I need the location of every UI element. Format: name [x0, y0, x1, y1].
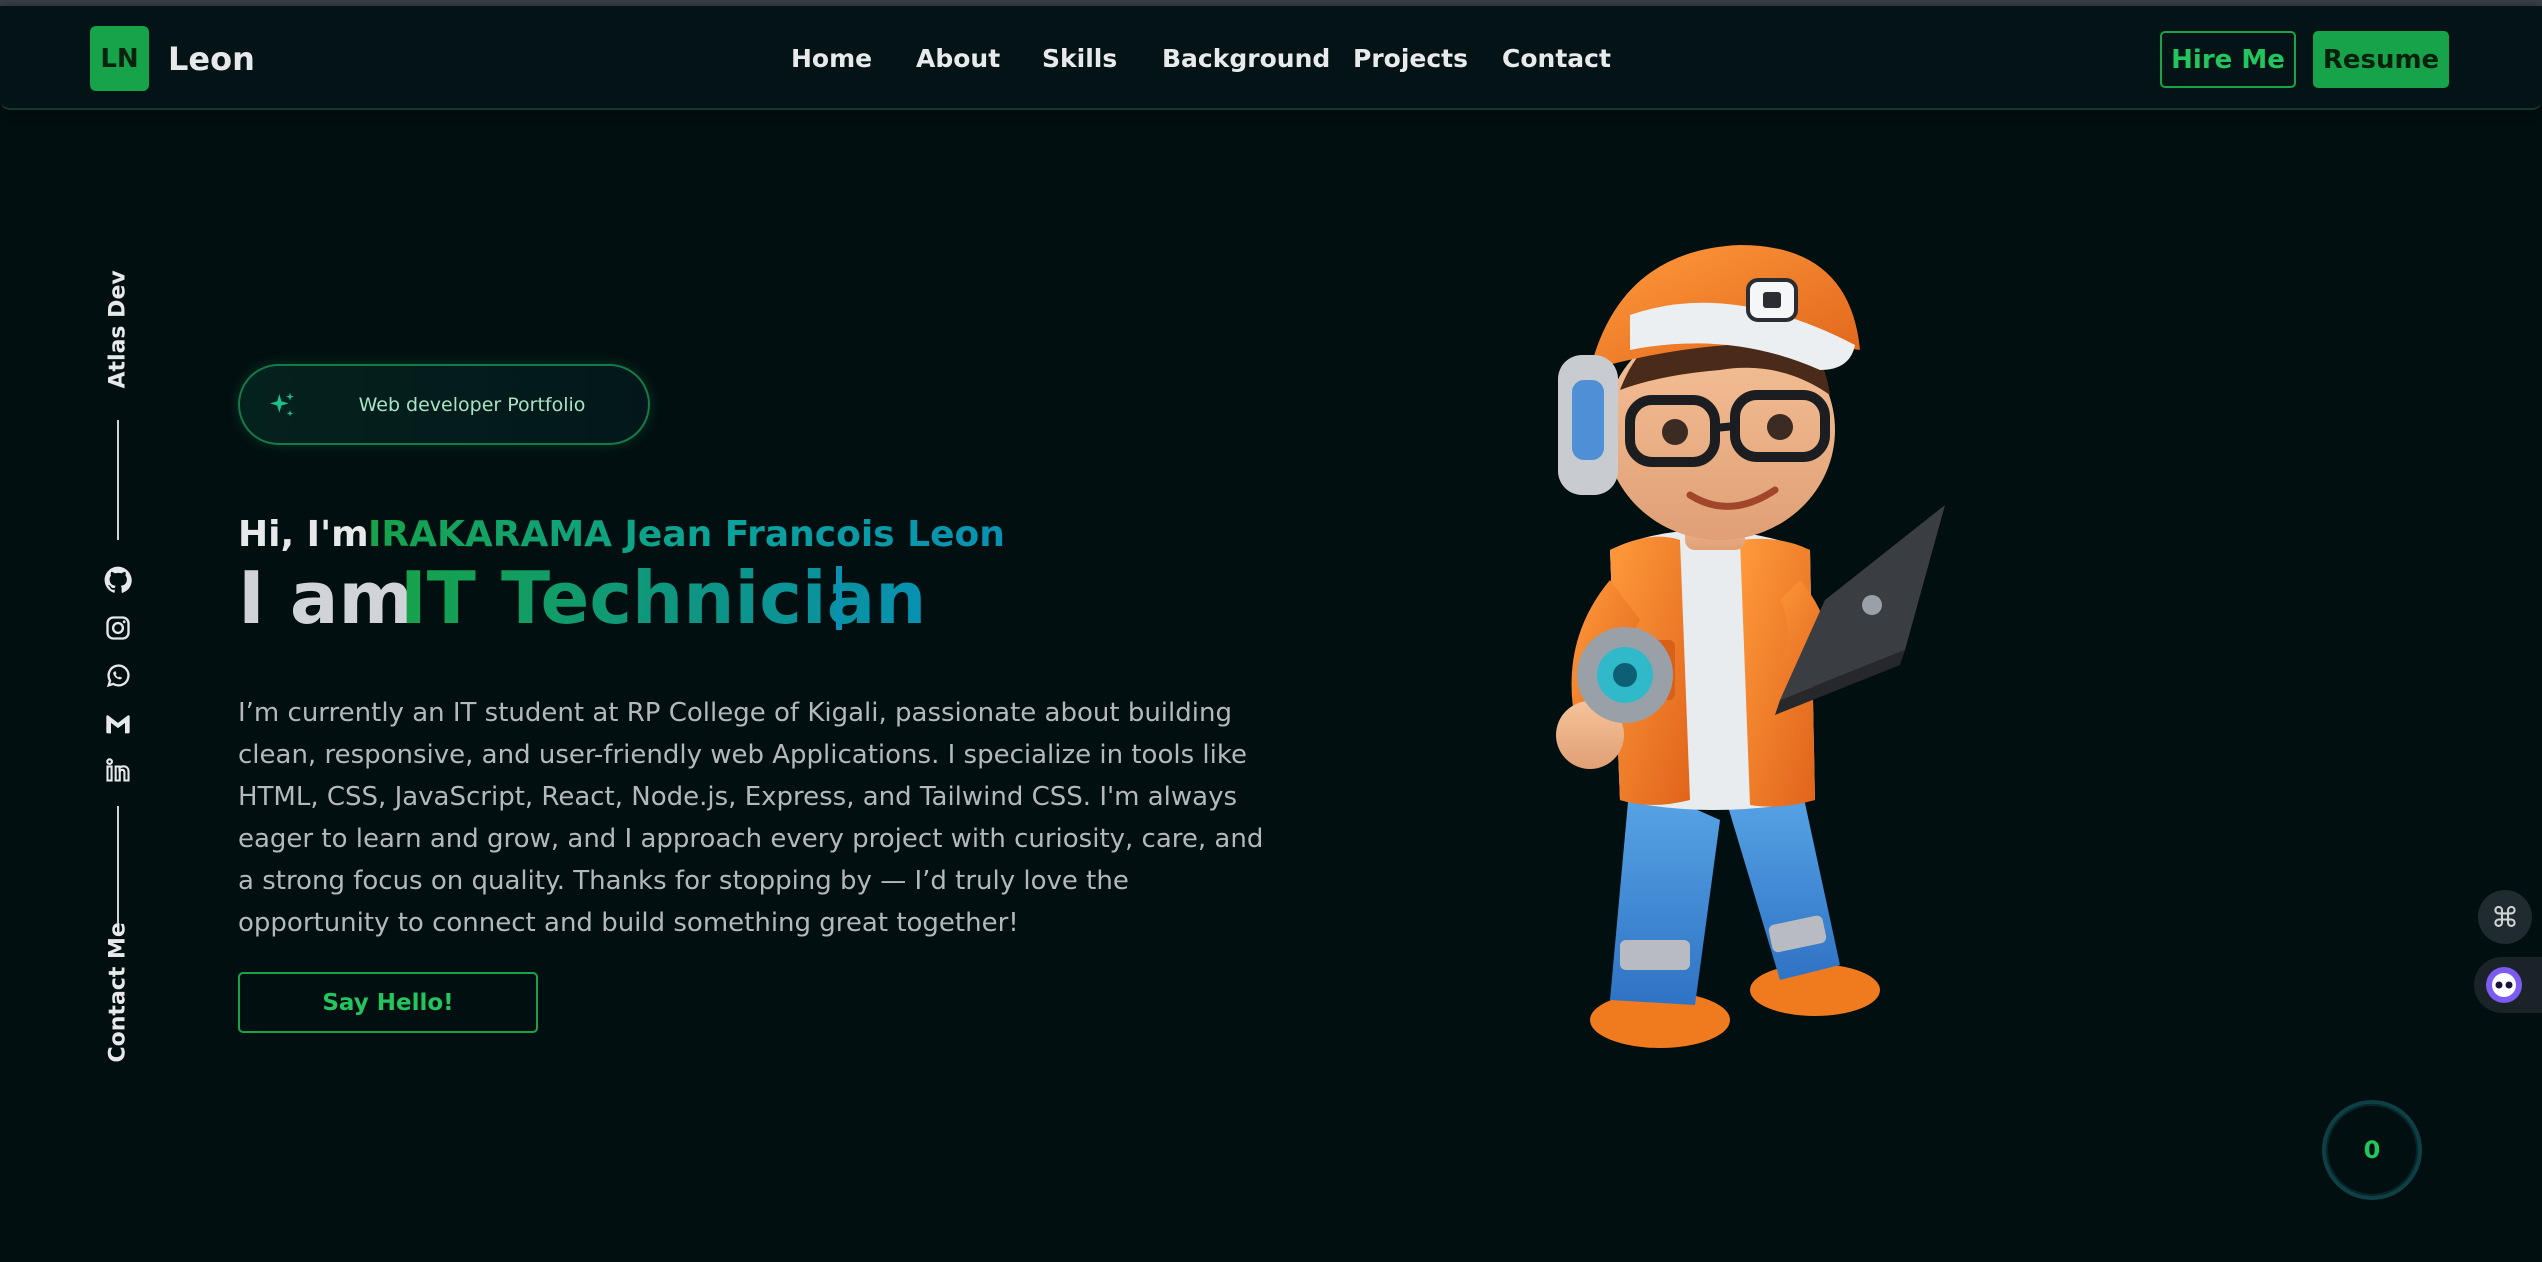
navbar: LN Leon Home About Skills Background Pro… [0, 6, 2542, 110]
badge-text: Web developer Portfolio [358, 394, 586, 416]
typed-role: IT Technician [400, 556, 927, 640]
scroll-progress-counter[interactable]: 0 [2322, 1100, 2422, 1200]
command-palette-button[interactable]: ⌘ [2478, 890, 2532, 944]
nav-background[interactable]: Background [1162, 44, 1330, 73]
gmail-icon[interactable] [104, 710, 132, 738]
whatsapp-icon[interactable] [104, 662, 132, 690]
nav-projects[interactable]: Projects [1353, 44, 1468, 73]
greeting: Hi, I'm [238, 514, 369, 555]
typing-cursor [836, 566, 842, 630]
chatbot-icon [2486, 967, 2522, 1003]
chatbot-launcher[interactable] [2474, 957, 2542, 1013]
linkedin-icon[interactable] [104, 756, 132, 784]
github-icon[interactable] [104, 566, 132, 594]
instagram-icon[interactable] [104, 614, 132, 642]
full-name: IRAKARAMA Jean Francois Leon [368, 514, 1005, 555]
i-am-text: I am [238, 556, 414, 640]
nav-contact[interactable]: Contact [1502, 44, 1611, 73]
rail-divider-bottom [117, 806, 119, 936]
atlas-dev-label: Atlas Dev [105, 270, 131, 389]
nav-about[interactable]: About [916, 44, 1000, 73]
resume-button[interactable]: Resume [2313, 31, 2449, 88]
nav-skills[interactable]: Skills [1042, 44, 1117, 73]
hire-me-button[interactable]: Hire Me [2160, 31, 2296, 88]
bio-paragraph: I’m currently an IT student at RP Colleg… [238, 698, 1264, 938]
command-icon: ⌘ [2491, 900, 2519, 934]
nav-home[interactable]: Home [791, 44, 872, 73]
portfolio-badge: Web developer Portfolio [238, 364, 650, 445]
technician-illustration [1556, 245, 1945, 1048]
say-hello-button[interactable]: Say Hello! [238, 972, 538, 1033]
rail-divider-top [117, 420, 119, 540]
contact-me-label[interactable]: Contact Me [106, 922, 131, 1062]
